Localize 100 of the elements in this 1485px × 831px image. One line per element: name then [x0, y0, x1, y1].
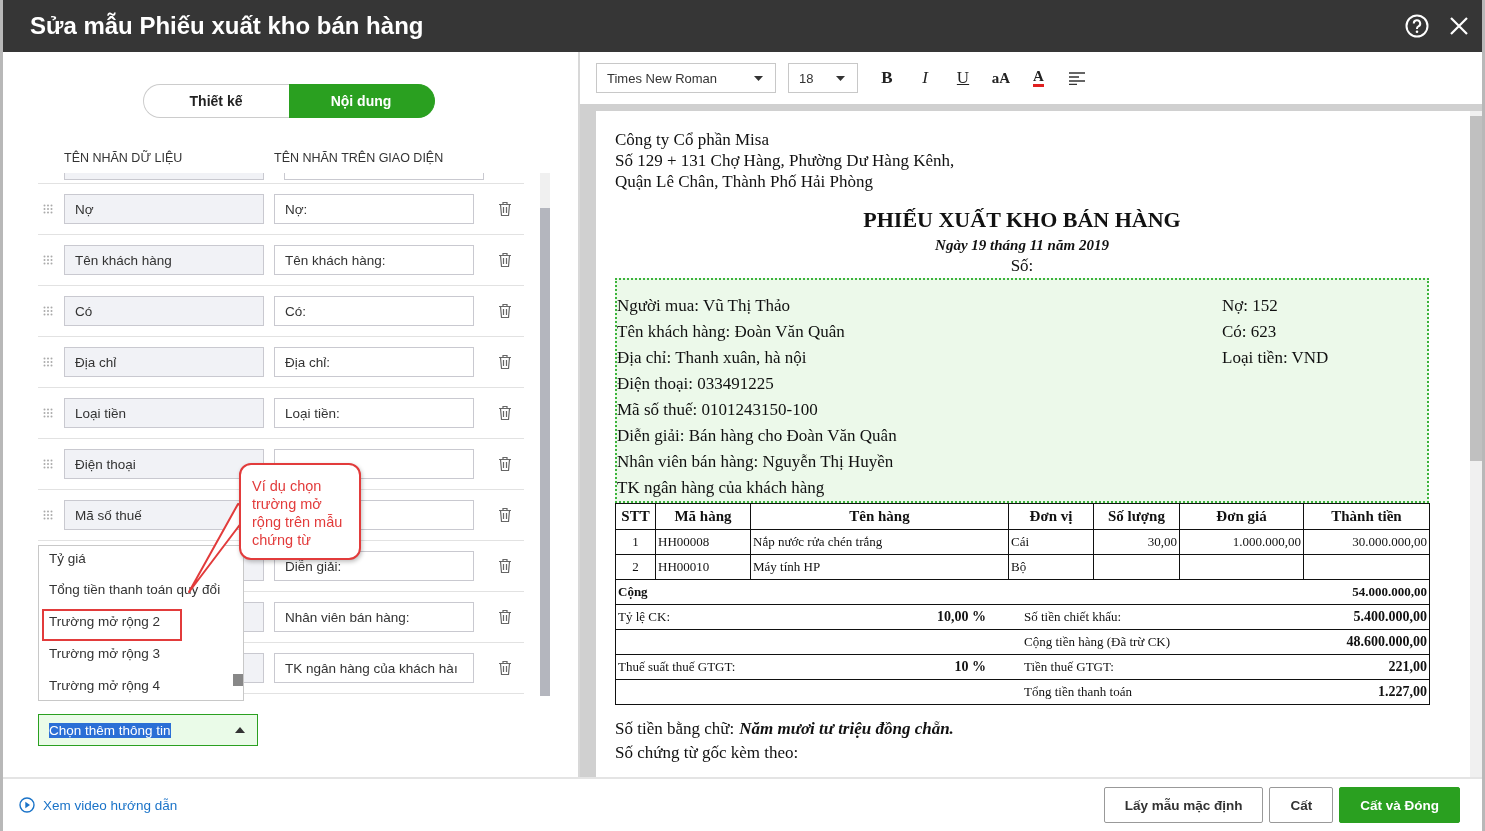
info-line: Loại tiền: VND	[1222, 347, 1330, 369]
info-line: Diễn giải: Bán hàng cho Đoàn Văn Quân	[617, 425, 898, 447]
summary-label: Thuế suất thuế GTGT:	[618, 659, 736, 675]
total-value: 54.000.000,00	[1352, 584, 1427, 600]
table-cell: Máy tính HP	[750, 554, 1009, 580]
table-cell: Bộ	[1008, 554, 1094, 580]
summary-value: 10 %	[954, 659, 986, 675]
drag-handle-icon[interactable]	[43, 408, 53, 418]
play-icon	[19, 797, 35, 813]
table-cell: Nắp nước rửa chén trắng	[750, 529, 1009, 555]
input-field[interactable]: Có:	[274, 296, 474, 326]
drag-handle-icon[interactable]	[43, 204, 53, 214]
column-header: TÊN NHÃN TRÊN GIAO DIỆN	[274, 151, 444, 165]
dropdown-option[interactable]: Tỷ giá	[39, 549, 229, 577]
dropdown-field[interactable]: Chọn thêm thông tin	[38, 714, 258, 746]
company-line: Quận Lê Chân, Thành Phố Hải Phòng	[615, 171, 874, 192]
input-field[interactable]: Điện thoại	[64, 449, 264, 479]
summary-value: 10,00 %	[937, 609, 986, 625]
dropdown-option[interactable]: Trường mở rộng 2	[42, 609, 182, 641]
bold-button[interactable]: B	[868, 68, 906, 88]
info-line: Có: 623	[1222, 321, 1278, 343]
info-line: Tên khách hàng: Đoàn Văn Quân	[617, 321, 846, 343]
scrollbar-thumb[interactable]	[540, 208, 550, 696]
caret-icon	[235, 727, 245, 733]
trash-icon[interactable]	[498, 558, 512, 574]
summary-value: 1.227,00	[1378, 684, 1427, 700]
table-cell: HH00008	[655, 529, 751, 555]
text-case-button[interactable]: aA	[982, 69, 1020, 87]
dropdown-option[interactable]: Trường mở rộng 3	[39, 641, 229, 673]
info-line: Nhân viên bán hàng: Nguyễn Thị Huyền	[617, 451, 895, 473]
info-line: TK ngân hàng của khách hàng	[617, 477, 826, 499]
trash-icon[interactable]	[498, 609, 512, 625]
summary-value: 5.400.000,00	[1353, 609, 1427, 625]
font-select[interactable]: Times New Roman	[596, 63, 776, 93]
scrollbar-thumb[interactable]	[233, 674, 243, 686]
underline-button[interactable]: U	[944, 68, 982, 88]
table-cell: 30.000.000,00	[1303, 529, 1430, 555]
table-header: Mã hàng	[655, 503, 751, 530]
trash-icon[interactable]	[498, 405, 512, 421]
drag-handle-icon[interactable]	[43, 510, 53, 520]
info-line: Người mua: Vũ Thị Thảo	[617, 295, 792, 317]
scrollbar-thumb[interactable]	[1470, 116, 1482, 461]
table-header: STT	[615, 503, 656, 530]
input-field[interactable]: Địa chỉ:	[274, 347, 474, 377]
input-field[interactable]: Có	[64, 296, 264, 326]
column-header: TÊN NHÃN DỮ LIỆU	[64, 151, 184, 165]
align-left-icon[interactable]	[1068, 71, 1085, 85]
table-cell: HH00010	[655, 554, 751, 580]
summary-value: 221,00	[1388, 659, 1427, 675]
info-line: Địa chỉ: Thanh xuân, hà nội	[617, 347, 808, 369]
input-field[interactable]: Nợ:	[274, 194, 474, 224]
drag-handle-icon[interactable]	[43, 357, 53, 367]
company-line: Số 129 + 131 Chợ Hàng, Phường Dư Hàng Kênh,	[615, 150, 956, 171]
info-line: Nợ: 152	[1222, 295, 1279, 317]
trash-icon[interactable]	[498, 660, 512, 676]
input-field[interactable]: Địa chỉ	[64, 347, 264, 377]
trash-icon[interactable]	[498, 507, 512, 523]
amount-words-value: Năm mươi tư triệu đồng chẵn.	[739, 719, 954, 738]
input-field[interactable]: Loại tiền:	[274, 398, 474, 428]
drag-handle-icon[interactable]	[43, 459, 53, 469]
summary-label: Số tiền chiết khấu:	[1024, 609, 1122, 625]
tab[interactable]: Thiết kế	[142, 84, 289, 118]
amount-words-label: Số tiền bằng chữ:	[615, 719, 735, 738]
footer-button[interactable]: Lấy mẫu mặc định	[1103, 787, 1264, 823]
trash-icon[interactable]	[498, 252, 512, 268]
input-field[interactable]: Loại tiền	[64, 398, 264, 428]
italic-button[interactable]: I	[906, 68, 944, 88]
table-header: Đơn giá	[1179, 503, 1304, 530]
input-field[interactable]: Tên khách hàng:	[274, 245, 474, 275]
document-number: Số:	[1009, 256, 1035, 276]
input-field[interactable]: Nợ	[64, 194, 264, 224]
input-field[interactable]: Nhân viên bán hàng:	[274, 602, 474, 632]
font-size-select[interactable]: 18	[788, 63, 858, 93]
input-field[interactable]: TK ngân hàng của khách hàı	[274, 653, 474, 683]
dropdown-option[interactable]: Trường mở rộng 4	[39, 673, 229, 705]
trash-icon[interactable]	[498, 201, 512, 217]
trash-icon[interactable]	[498, 456, 512, 472]
summary-label: Cộng tiền hàng (Đã trừ CK)	[1024, 634, 1171, 650]
footer-button[interactable]: Cất	[1269, 787, 1334, 823]
help-icon[interactable]	[1405, 14, 1429, 38]
trash-icon[interactable]	[498, 303, 512, 319]
close-icon[interactable]	[1449, 16, 1469, 36]
drag-handle-icon[interactable]	[43, 306, 53, 316]
table-header: Đơn vị	[1008, 503, 1094, 530]
drag-handle-icon[interactable]	[43, 255, 53, 265]
info-line: Điện thoại: 033491225	[617, 373, 775, 395]
table-cell: 30,00	[1093, 529, 1180, 555]
table-cell: 1	[615, 529, 656, 555]
table-cell: 2	[615, 554, 656, 580]
table-cell: Cái	[1008, 529, 1094, 555]
video-guide-link[interactable]: Xem video hướng dẫn	[19, 797, 178, 813]
summary-label: Tỷ lệ CK:	[618, 609, 670, 625]
font-color-button[interactable]: A	[1033, 69, 1044, 87]
caret-icon	[836, 75, 845, 81]
table-cell: 1.000.000,00	[1179, 529, 1304, 555]
total-label: Cộng	[618, 584, 648, 599]
trash-icon[interactable]	[498, 354, 512, 370]
caret-icon	[754, 75, 763, 81]
summary-label: Tiền thuế GTGT:	[1024, 659, 1114, 675]
input-field[interactable]: Tên khách hàng	[64, 245, 264, 275]
